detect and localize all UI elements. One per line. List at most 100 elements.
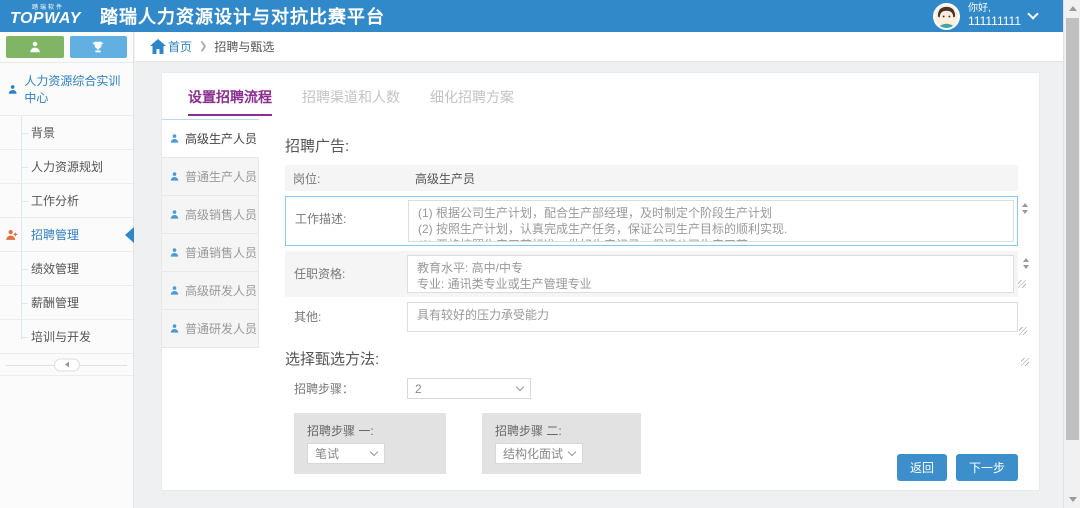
other-row: 其他: 具有较好的压力承受能力 (285, 302, 1018, 332)
step-two-select[interactable]: 结构化面试 (495, 443, 583, 464)
qualification-textarea[interactable]: 教育水平: 高中/中专 专业: 通讯类专业或生产管理专业 经验: 2年以上生产类… (407, 255, 1014, 293)
steps-count-row: 招聘步骤： 2 (285, 378, 1018, 399)
sidebar-item-background[interactable]: 背景 (0, 116, 133, 150)
section-title-method: 选择甄选方法: (285, 348, 1018, 369)
step-two-value: 结构化面试 (503, 445, 563, 462)
tab-content: 高级生产人员 普通生产人员 高级销售人员 普通销售人员 高级研发人员 (162, 119, 1039, 492)
other-textarea[interactable]: 具有较好的压力承受能力 (407, 302, 1018, 332)
sidebar-item-label: 绩效管理 (31, 262, 79, 276)
page-title: 踏瑞人力资源设计与对抗比赛平台 (100, 3, 385, 29)
person-icon (169, 171, 180, 182)
person-icon (169, 247, 180, 258)
breadcrumb-current: 招聘与甄选 (214, 38, 274, 55)
position-tab-label: 高级销售人员 (185, 206, 257, 223)
position-tab-label: 普通研发人员 (185, 320, 257, 337)
sidebar-collapse-row (0, 354, 133, 376)
sidebar-item-recruitment[interactable]: 招聘管理 (0, 218, 133, 252)
sidebar-collapse-button[interactable] (54, 358, 80, 371)
sidebar-menu: 背景 人力资源规划 工作分析 招聘管理 绩效管理 薪酬管理 培训与开发 (0, 116, 133, 354)
chevron-down-icon (516, 383, 524, 391)
post-label: 岗位: (293, 170, 415, 187)
step-two-box: 招聘步骤 二: 结构化面试 (482, 413, 641, 474)
position-tab-normal-production[interactable]: 普通生产人员 (162, 158, 259, 196)
sidebar-item-hr-planning[interactable]: 人力资源规划 (0, 150, 133, 184)
sidebar-item-label: 人力资源综合实训中心 (24, 72, 129, 106)
steps-count-select[interactable]: 2 (407, 378, 531, 399)
breadcrumb: 首页 ❯ 招聘与甄选 (135, 32, 1063, 62)
sidebar: 人力资源综合实训中心 背景 人力资源规划 工作分析 招聘管理 绩效管理 薪酬管理 (0, 32, 134, 508)
qualification-label: 任职资格: (285, 255, 407, 293)
position-tab-senior-production[interactable]: 高级生产人员 (162, 120, 259, 158)
person-plus-icon (5, 228, 18, 241)
position-tab-normal-rd[interactable]: 普通研发人员 (162, 310, 259, 348)
breadcrumb-home-label: 首页 (168, 38, 192, 55)
avatar[interactable] (933, 3, 960, 30)
person-icon (28, 40, 42, 54)
scroll-down-icon[interactable] (1022, 210, 1028, 214)
recruitment-form: 招聘广告: 岗位: 高级生产员 工作描述: (1) 根据公司生产计划，配合生产部… (259, 119, 1039, 492)
position-tab-normal-sales[interactable]: 普通销售人员 (162, 234, 259, 272)
other-label: 其他: (285, 302, 407, 332)
section-title-ad: 招聘广告: (285, 135, 1018, 156)
scrollbar-thumb[interactable] (1066, 18, 1079, 440)
sidebar-item-performance[interactable]: 绩效管理 (0, 252, 133, 286)
scroll-up-icon[interactable] (1022, 203, 1028, 207)
sidebar-item-training[interactable]: 培训与开发 (0, 320, 133, 354)
post-value: 高级生产员 (415, 170, 475, 187)
scrollbar-arrows[interactable] (1023, 258, 1029, 269)
position-tab-list: 高级生产人员 普通生产人员 高级销售人员 普通销售人员 高级研发人员 (162, 119, 259, 492)
position-tab-label: 高级生产人员 (185, 130, 257, 147)
app-header: 踏瑞软件 TOPWAY 踏瑞人力资源设计与对抗比赛平台 你好, 11111111… (0, 0, 1063, 32)
sidebar-item-compensation[interactable]: 薪酬管理 (0, 286, 133, 320)
position-tab-senior-sales[interactable]: 高级销售人员 (162, 196, 259, 234)
back-button[interactable]: 返回 (897, 454, 947, 481)
page-scrollbar[interactable] (1063, 0, 1080, 508)
breadcrumb-home-link[interactable]: 首页 (150, 38, 192, 55)
active-item-arrow (125, 227, 134, 243)
scroll-up-icon[interactable] (1069, 6, 1077, 11)
user-menu[interactable]: 你好, 111111111 (933, 3, 1063, 30)
main-area: 首页 ❯ 招聘与甄选 设置招聘流程 招聘渠道和人数 细化招聘方案 高级生产人员 … (135, 32, 1063, 508)
qualification-row: 任职资格: 教育水平: 高中/中专 专业: 通讯类专业或生产管理专业 经验: 2… (285, 251, 1018, 297)
sidebar-item-training-center[interactable]: 人力资源综合实训中心 (0, 63, 133, 116)
person-icon (169, 285, 180, 296)
person-icon (169, 323, 180, 334)
resize-handle-icon[interactable] (1019, 327, 1027, 335)
sidebar-toolbar (0, 32, 133, 63)
tab-set-recruitment-process[interactable]: 设置招聘流程 (188, 87, 272, 116)
competition-mode-button[interactable] (70, 36, 128, 58)
tab-refine-plan[interactable]: 细化招聘方案 (430, 87, 514, 116)
position-tab-senior-rd[interactable]: 高级研发人员 (162, 272, 259, 310)
person-icon (169, 133, 180, 144)
tab-channels-headcount[interactable]: 招聘渠道和人数 (302, 87, 400, 116)
person-icon (7, 83, 18, 96)
breadcrumb-separator: ❯ (199, 41, 207, 52)
sidebar-item-label: 人力资源规划 (31, 160, 103, 174)
scroll-up-icon[interactable] (1023, 258, 1029, 262)
chevron-down-icon[interactable] (1027, 8, 1038, 19)
resize-handle-icon[interactable] (1021, 358, 1029, 366)
step-one-select[interactable]: 笔试 (307, 443, 385, 464)
sidebar-item-job-analysis[interactable]: 工作分析 (0, 184, 133, 218)
chevron-down-icon (568, 448, 576, 456)
chevron-down-icon (370, 448, 378, 456)
resize-handle-icon[interactable] (1018, 280, 1026, 288)
topway-logo: 踏瑞软件 TOPWAY (0, 5, 86, 27)
position-tab-label: 普通生产人员 (185, 168, 257, 185)
content-panel: 设置招聘流程 招聘渠道和人数 细化招聘方案 高级生产人员 普通生产人员 高级销售… (161, 72, 1040, 491)
step-two-label: 招聘步骤 二: (495, 422, 627, 439)
scroll-down-icon[interactable] (1023, 265, 1029, 269)
scroll-down-icon[interactable] (1069, 497, 1077, 502)
steps-count-label: 招聘步骤： (285, 380, 407, 397)
sidebar-item-label: 薪酬管理 (31, 296, 79, 310)
person-icon (169, 209, 180, 220)
next-step-button[interactable]: 下一步 (956, 454, 1018, 481)
scrollbar-arrows[interactable] (1022, 203, 1028, 214)
steps-count-value: 2 (415, 382, 422, 396)
trainee-mode-button[interactable] (6, 36, 64, 58)
form-footer-buttons: 返回 下一步 (897, 454, 1018, 481)
job-description-textarea[interactable]: (1) 根据公司生产计划，配合生产部经理，及时制定个阶段生产计划 (2) 按照生… (408, 200, 1014, 242)
step-one-box: 招聘步骤 一: 笔试 (294, 413, 446, 474)
process-tabs: 设置招聘流程 招聘渠道和人数 细化招聘方案 (162, 73, 1039, 116)
sidebar-item-label: 工作分析 (31, 194, 79, 208)
